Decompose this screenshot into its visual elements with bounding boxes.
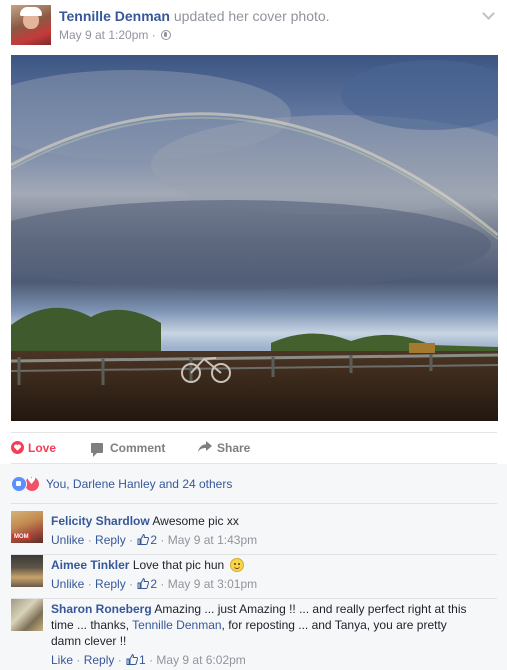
smile-emoji-icon — [229, 558, 244, 572]
love-button[interactable]: Love — [11, 441, 56, 455]
comment-meta: Unlike · Reply · 2 · May 9 at 1:43pm — [51, 533, 258, 547]
divider — [11, 503, 497, 504]
commenter-avatar[interactable] — [11, 599, 43, 631]
comment-body: Felicity Shardlow Awesome pic xx — [51, 513, 497, 529]
author-avatar[interactable] — [11, 5, 51, 45]
chevron-down-icon[interactable] — [482, 7, 495, 20]
post-timestamp[interactable]: May 9 at 1:20pm — [59, 28, 148, 42]
cover-photo[interactable] — [11, 55, 498, 421]
comment-item: Aimee Tinkler Love that pic hun Unlike ·… — [11, 555, 497, 595]
comment-likes[interactable]: 2 — [136, 533, 157, 547]
love-label: Love — [28, 441, 57, 455]
comment-button[interactable]: Comment — [91, 441, 487, 457]
comment-item: MOM Felicity Shardlow Awesome pic xx Unl… — [11, 511, 497, 551]
comment-body: Sharon Roneberg Amazing ... just Amazing… — [51, 601, 477, 649]
cover-photo-art — [11, 55, 498, 421]
feed-post: Tennille Denman updated her cover photo.… — [0, 0, 507, 670]
share-button[interactable]: Share — [198, 441, 250, 455]
comment-likes[interactable]: 2 — [136, 577, 157, 591]
unlike-link[interactable]: Unlike — [51, 577, 84, 591]
post-action-text: updated her cover photo. — [173, 8, 330, 24]
reply-link[interactable]: Reply — [95, 533, 126, 547]
avatar-tag: MOM — [12, 534, 31, 540]
author-name[interactable]: Tennille Denman — [59, 8, 170, 24]
comment-meta: Like · Reply · 1 · May 9 at 6:02pm — [51, 653, 246, 667]
meta-separator: · — [151, 28, 156, 42]
comment-item: Sharon Roneberg Amazing ... just Amazing… — [11, 599, 497, 669]
reactions-summary[interactable]: You, Darlene Hanley and 24 others — [11, 475, 497, 495]
comment-meta: Unlike · Reply · 2 · May 9 at 3:01pm — [51, 577, 258, 591]
globe-icon[interactable] — [161, 30, 172, 40]
author-line: Tennille Denman updated her cover photo. — [59, 7, 330, 25]
thumbs-up-icon — [137, 534, 150, 545]
commenter-avatar[interactable]: MOM — [11, 511, 43, 543]
reply-link[interactable]: Reply — [95, 577, 126, 591]
comment-timestamp[interactable]: May 9 at 3:01pm — [168, 577, 257, 591]
comment-timestamp[interactable]: May 9 at 6:02pm — [156, 653, 245, 667]
comment-mention[interactable]: Tennille Denman — [132, 618, 221, 632]
share-icon — [198, 441, 212, 453]
commenter-name[interactable]: Felicity Shardlow — [51, 514, 150, 528]
comment-like-count: 2 — [150, 533, 158, 547]
comment-like-count: 2 — [150, 577, 158, 591]
share-label: Share — [217, 441, 251, 455]
comment-text: Awesome pic xx — [152, 514, 239, 528]
post-header: Tennille Denman updated her cover photo.… — [11, 5, 497, 47]
post-action-bar: Love Comment Share — [11, 432, 497, 464]
heart-icon — [11, 441, 24, 454]
reactions-text[interactable]: You, Darlene Hanley and 24 others — [46, 477, 232, 491]
commenter-name[interactable]: Aimee Tinkler — [51, 558, 129, 572]
like-link[interactable]: Like — [51, 653, 73, 667]
unlike-link[interactable]: Unlike — [51, 533, 84, 547]
thumbs-up-icon — [137, 578, 150, 589]
comment-likes[interactable]: 1 — [125, 653, 146, 667]
commenter-name[interactable]: Sharon Roneberg — [51, 602, 152, 616]
comments-section: You, Darlene Hanley and 24 others MOM Fe… — [0, 464, 507, 670]
post-meta: May 9 at 1:20pm · — [59, 28, 172, 42]
like-reaction-icon — [11, 476, 27, 492]
commenter-avatar[interactable] — [11, 555, 43, 587]
comment-body: Aimee Tinkler Love that pic hun — [51, 557, 497, 573]
comment-icon — [91, 443, 103, 457]
comment-text: Love that pic hun — [132, 558, 225, 572]
thumbs-up-icon — [126, 654, 139, 665]
reply-link[interactable]: Reply — [84, 653, 115, 667]
comment-timestamp[interactable]: May 9 at 1:43pm — [168, 533, 257, 547]
comment-like-count: 1 — [139, 653, 146, 667]
comment-label: Comment — [110, 441, 166, 455]
